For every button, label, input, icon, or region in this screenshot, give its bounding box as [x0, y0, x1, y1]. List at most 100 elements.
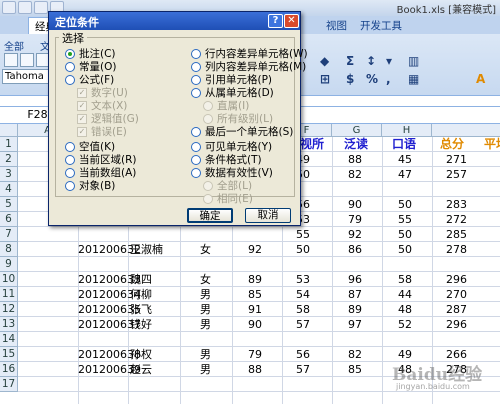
- merge-icon[interactable]: ⊞: [320, 72, 330, 86]
- cell-b16[interactable]: 赵云: [130, 363, 152, 376]
- cell-f2[interactable]: 88: [348, 153, 362, 166]
- new-file-icon[interactable]: [4, 53, 18, 67]
- cell-f3[interactable]: 82: [348, 168, 362, 181]
- option-label-left-0[interactable]: 批注(C): [79, 48, 116, 60]
- option-label-left-2[interactable]: 公式(F): [79, 74, 114, 86]
- comma-style-icon[interactable]: ,: [386, 72, 391, 86]
- option-label-left-10[interactable]: 对象(B): [79, 180, 115, 192]
- cell-e7[interactable]: 55: [296, 228, 310, 241]
- cell-b13[interactable]: 钱好: [130, 318, 152, 331]
- cell-f8[interactable]: 86: [348, 243, 362, 256]
- option-label-right-7[interactable]: 可见单元格(Y): [205, 141, 272, 153]
- cell-b11[interactable]: 何柳: [130, 288, 152, 301]
- cell-f7[interactable]: 92: [348, 228, 362, 241]
- cell-g11[interactable]: 44: [398, 288, 412, 301]
- row-header-1[interactable]: 1: [0, 137, 18, 152]
- cell-g10[interactable]: 58: [398, 273, 412, 286]
- ok-button[interactable]: 确定: [187, 208, 233, 223]
- cell-e13[interactable]: 57: [296, 318, 310, 331]
- header-cell[interactable]: 平均: [484, 138, 500, 151]
- row-header-8[interactable]: 8: [0, 242, 18, 257]
- cell-b8[interactable]: 王淑楠: [130, 243, 163, 256]
- radio-left-8[interactable]: [65, 155, 75, 165]
- header-cell[interactable]: 总分: [440, 138, 464, 151]
- cell-h10[interactable]: 296: [446, 273, 467, 286]
- header-cell[interactable]: 视所: [300, 138, 324, 151]
- radio-right-1[interactable]: [191, 62, 201, 72]
- cell-f11[interactable]: 87: [348, 288, 362, 301]
- chart-icon[interactable]: ▥: [408, 54, 419, 68]
- quick-access-save-icon[interactable]: [18, 1, 32, 14]
- radio-right-9[interactable]: [191, 168, 201, 178]
- cell-g2[interactable]: 45: [398, 153, 412, 166]
- excel-logo-icon[interactable]: [2, 1, 16, 14]
- cell-c12[interactable]: 男: [200, 303, 211, 316]
- fill-color-icon[interactable]: A: [476, 72, 485, 86]
- option-label-left-8[interactable]: 当前区域(R): [79, 154, 137, 166]
- autosum-icon[interactable]: Σ: [346, 54, 354, 68]
- cell-c11[interactable]: 男: [200, 288, 211, 301]
- select-all-corner[interactable]: [0, 124, 18, 137]
- cell-h13[interactable]: 296: [446, 318, 467, 331]
- open-file-icon[interactable]: [20, 53, 34, 67]
- cell-h2[interactable]: 271: [446, 153, 467, 166]
- format-painter-icon[interactable]: ◆: [320, 54, 329, 68]
- radio-right-3[interactable]: [191, 88, 201, 98]
- cell-c10[interactable]: 女: [200, 273, 211, 286]
- percent-icon[interactable]: %: [366, 72, 378, 86]
- column-header-g[interactable]: G: [332, 124, 382, 137]
- cell-h6[interactable]: 272: [446, 213, 467, 226]
- cell-g3[interactable]: 47: [398, 168, 412, 181]
- cell-d11[interactable]: 85: [248, 288, 262, 301]
- radio-left-9[interactable]: [65, 168, 75, 178]
- row-header-6[interactable]: 6: [0, 212, 18, 227]
- cell-e12[interactable]: 58: [296, 303, 310, 316]
- cell-g8[interactable]: 50: [398, 243, 412, 256]
- radio-left-1[interactable]: [65, 62, 75, 72]
- cell-e16[interactable]: 57: [296, 363, 310, 376]
- sort-icon[interactable]: ↕: [366, 54, 376, 68]
- row-header-10[interactable]: 10: [0, 272, 18, 287]
- border-icon[interactable]: ▦: [408, 72, 419, 86]
- quick-access-undo-icon[interactable]: [34, 1, 48, 14]
- cell-f13[interactable]: 97: [348, 318, 362, 331]
- cell-b15[interactable]: 孙权: [130, 348, 152, 361]
- cell-d10[interactable]: 89: [248, 273, 262, 286]
- cell-b10[interactable]: 魏四: [130, 273, 152, 286]
- radio-left-2[interactable]: [65, 75, 75, 85]
- cell-f12[interactable]: 89: [348, 303, 362, 316]
- row-header-9[interactable]: 9: [0, 257, 18, 272]
- cell-d15[interactable]: 79: [248, 348, 262, 361]
- cell-c16[interactable]: 男: [200, 363, 211, 376]
- cell-d16[interactable]: 88: [248, 363, 262, 376]
- option-label-left-7[interactable]: 空值(K): [79, 141, 115, 153]
- row-header-12[interactable]: 12: [0, 302, 18, 317]
- radio-right-0[interactable]: [191, 49, 201, 59]
- filter-icon[interactable]: ▾: [386, 54, 392, 68]
- cell-h3[interactable]: 257: [446, 168, 467, 181]
- cell-e8[interactable]: 50: [296, 243, 310, 256]
- option-label-right-9[interactable]: 数据有效性(V): [205, 167, 273, 179]
- row-header-4[interactable]: 4: [0, 182, 18, 197]
- column-header-h[interactable]: H: [382, 124, 432, 137]
- cell-g7[interactable]: 50: [398, 228, 412, 241]
- cell-g5[interactable]: 50: [398, 198, 412, 211]
- row-header-5[interactable]: 5: [0, 197, 18, 212]
- option-label-right-6[interactable]: 最后一个单元格(S): [205, 126, 293, 138]
- cancel-button[interactable]: 取消: [245, 208, 291, 223]
- cell-g6[interactable]: 55: [398, 213, 412, 226]
- help-icon[interactable]: ?: [268, 14, 283, 28]
- option-label-right-3[interactable]: 从属单元格(D): [205, 87, 274, 99]
- cell-f6[interactable]: 79: [348, 213, 362, 226]
- row-header-14[interactable]: 14: [0, 332, 18, 347]
- row-header-13[interactable]: 13: [0, 317, 18, 332]
- cell-b12[interactable]: 张飞: [130, 303, 152, 316]
- tab-view[interactable]: 视图: [326, 18, 347, 33]
- option-label-right-8[interactable]: 条件格式(T): [205, 154, 262, 166]
- cell-e11[interactable]: 54: [296, 288, 310, 301]
- cell-d13[interactable]: 90: [248, 318, 262, 331]
- radio-left-7[interactable]: [65, 142, 75, 152]
- row-header-16[interactable]: 16: [0, 362, 18, 377]
- option-label-left-1[interactable]: 常量(O): [79, 61, 116, 73]
- radio-right-8[interactable]: [191, 155, 201, 165]
